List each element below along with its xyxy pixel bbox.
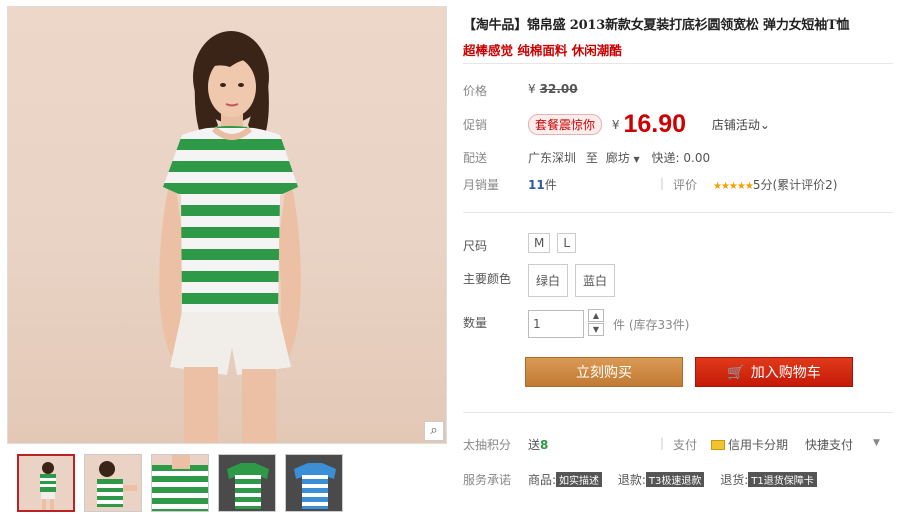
- quantity-increase-icon[interactable]: ▲: [588, 309, 604, 322]
- rating-text: 5分(累计评价2): [752, 178, 838, 192]
- refund-prefix: 退款:: [617, 473, 646, 487]
- ship-to-dropdown[interactable]: 廊坊 ▼: [606, 151, 640, 165]
- shop-activity-label: 店铺活动: [711, 118, 760, 132]
- promo-label: 促销: [463, 118, 488, 132]
- refund-badge[interactable]: T3极速退款: [645, 472, 705, 487]
- promo-price-group: 套餐震惊你 ¥16.90 店铺活动⌄: [528, 110, 770, 139]
- quantity-unit: 件: [613, 318, 626, 332]
- divider: [463, 412, 893, 413]
- quantity-label: 数量: [463, 316, 488, 330]
- rating-label: 评价: [673, 178, 698, 192]
- quick-pay[interactable]: 快捷支付: [805, 436, 853, 453]
- express-fee: 快递: 0.00: [651, 151, 711, 165]
- quantity-input[interactable]: [528, 310, 584, 338]
- size-options: ML: [528, 233, 583, 253]
- points-prefix: 送: [528, 438, 541, 452]
- thumbnail-5[interactable]: [285, 454, 343, 512]
- product-title: 【淘牛品】锦帛盛 2013新款女夏装打底衫圆领宽松 弹力女短袖T恤: [463, 18, 850, 33]
- stock-text: (库存33件): [628, 318, 690, 332]
- size-label: 尺码: [463, 239, 488, 253]
- return-badge[interactable]: T1退货保障卡: [748, 472, 817, 487]
- promo-tag[interactable]: 套餐震惊你: [528, 114, 603, 135]
- model-illustration: [159, 31, 301, 443]
- ship-to-city: 廊坊: [605, 151, 630, 165]
- add-to-cart-label: 加入购物车: [750, 365, 821, 381]
- action-buttons: 立刻购买 🛒 加入购物车: [463, 357, 893, 387]
- separator-bar: |: [660, 436, 665, 450]
- promo-row: 促销 套餐震惊你 ¥16.90 店铺活动⌄: [463, 110, 893, 140]
- divider: [463, 212, 893, 213]
- size-option-l[interactable]: L: [557, 233, 577, 253]
- zoom-icon[interactable]: ⌕: [424, 421, 444, 441]
- quantity-row: 数量 ▲ ▼ 件 (库存33件): [463, 309, 893, 342]
- color-label: 主要颜色: [463, 272, 512, 286]
- original-price: ¥32.00: [528, 82, 578, 96]
- thumbnail-4[interactable]: [218, 454, 276, 512]
- separator-bar: |: [660, 176, 665, 190]
- shop-activity-dropdown[interactable]: 店铺活动⌄: [712, 118, 770, 132]
- goods-prefix: 商品:: [528, 473, 557, 487]
- rating-info[interactable]: ★★★★★5分(累计评价2): [713, 176, 837, 193]
- buy-now-button[interactable]: 立刻购买: [525, 357, 683, 387]
- triangle-down-icon[interactable]: ▼: [873, 438, 880, 448]
- color-option-green-white[interactable]: 绿白: [528, 264, 569, 297]
- thumbnail-2[interactable]: [84, 454, 142, 512]
- credit-installment[interactable]: 信用卡分期: [711, 436, 788, 453]
- credit-card-icon: [711, 440, 725, 450]
- pay-label: 支付: [673, 438, 698, 452]
- points-value: 送8: [528, 436, 548, 453]
- triangle-down-icon: ▼: [633, 155, 640, 164]
- credit-text: 信用卡分期: [728, 438, 789, 452]
- thumbnail-1[interactable]: [17, 454, 75, 512]
- divider: [463, 63, 893, 64]
- product-gallery: ⌕: [7, 6, 447, 516]
- ship-to-word: 至: [585, 151, 598, 165]
- service-items: 商品: 如实描述 退款: T3极速退款 退货: T1退货保障卡: [528, 471, 817, 488]
- add-to-cart-button[interactable]: 🛒 加入购物车: [695, 357, 853, 387]
- quantity-stock: 件 (库存33件): [613, 316, 689, 333]
- currency-symbol: ¥: [528, 82, 536, 96]
- size-option-m[interactable]: M: [528, 233, 551, 253]
- quantity-decrease-icon[interactable]: ▼: [588, 323, 604, 336]
- sales-count: 11: [528, 178, 545, 192]
- product-info: 【淘牛品】锦帛盛 2013新款女夏装打底衫圆领宽松 弹力女短袖T恤 超棒感觉 纯…: [463, 14, 893, 487]
- points-label: 太抽积分: [463, 438, 512, 452]
- color-option-blue-white[interactable]: 蓝白: [575, 264, 616, 297]
- main-product-photo[interactable]: ⌕: [7, 6, 447, 444]
- product-subtitle: 超棒感觉 纯棉面料 休闲潮酷: [463, 43, 622, 58]
- goods-badge[interactable]: 如实描述: [556, 472, 603, 487]
- cart-icon: 🛒: [727, 365, 745, 381]
- color-options: 绿白 蓝白: [528, 264, 622, 297]
- promo-currency: ¥: [611, 118, 620, 132]
- return-prefix: 退货:: [720, 473, 749, 487]
- shipping-label: 配送: [463, 151, 488, 165]
- thumbnail-3[interactable]: [151, 454, 209, 512]
- ship-from: 广东深圳: [528, 151, 577, 165]
- original-price-value: 32.00: [539, 82, 578, 96]
- promo-price: 16.90: [623, 110, 687, 138]
- points-number: 8: [540, 438, 549, 452]
- sales-label: 月销量: [463, 178, 500, 192]
- service-label: 服务承诺: [463, 473, 512, 487]
- sales-info: 11件: [528, 176, 557, 193]
- star-rating-icon: ★★★★★: [713, 181, 754, 192]
- price-label: 价格: [463, 84, 488, 98]
- sales-unit: 件: [544, 178, 557, 192]
- thumbnail-strip: [7, 454, 447, 514]
- shipping-info: 广东深圳 至 廊坊 ▼ 快递: 0.00: [528, 149, 710, 166]
- chevron-down-icon: ⌄: [759, 118, 770, 132]
